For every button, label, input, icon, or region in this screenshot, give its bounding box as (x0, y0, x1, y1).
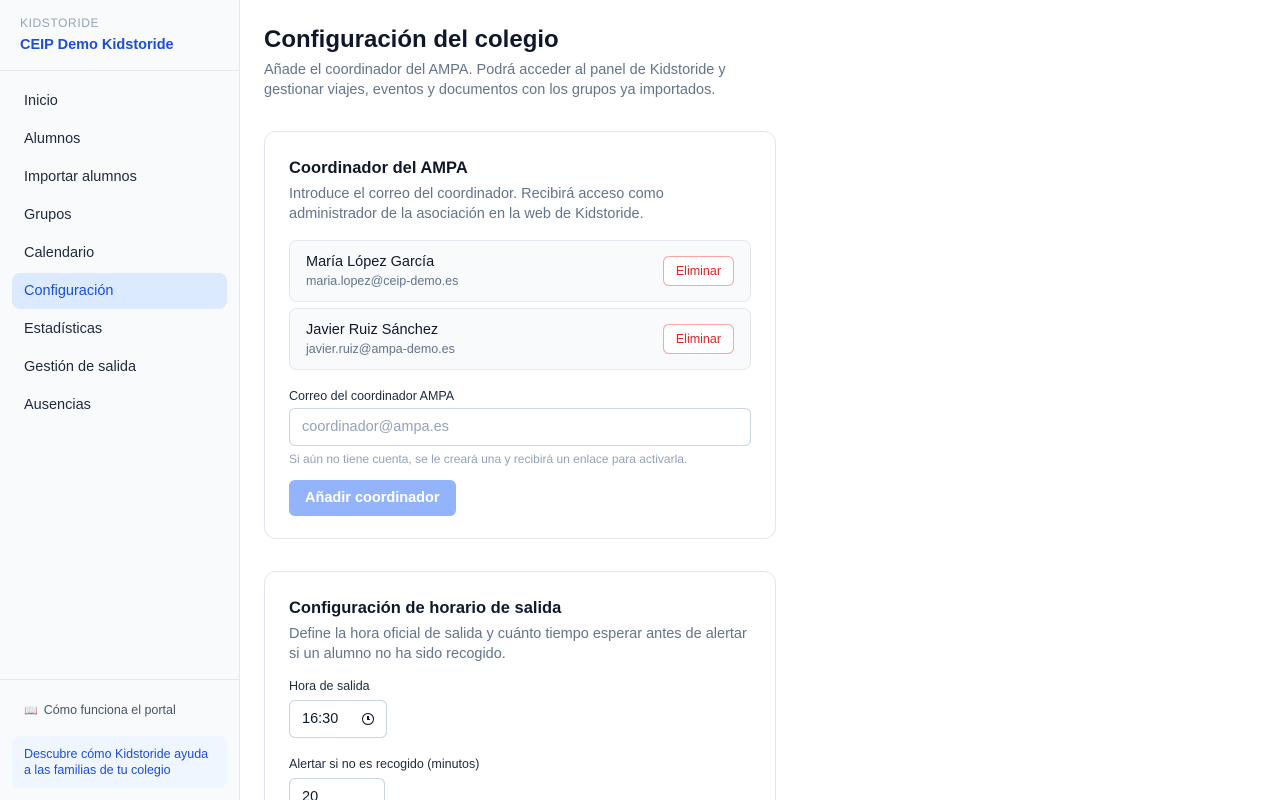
exit-time-label: Hora de salida (289, 679, 370, 693)
app: KIDSTORIDE CEIP Demo Kidstoride Inicio A… (0, 0, 1280, 800)
sidebar-item-configuracion[interactable]: Configuración (12, 273, 227, 309)
coordinator-name: María López García (306, 254, 435, 270)
sidebar-nav: Inicio Alumnos Importar alumnos Grupos C… (0, 71, 239, 679)
sidebar-item-alumnos[interactable]: Alumnos (12, 121, 227, 157)
exit-time-input[interactable]: 16:30 (289, 700, 387, 738)
schedule-card: Configuración de horario de salida Defin… (264, 571, 776, 800)
help-link-label: Cómo funciona el portal (43, 703, 176, 717)
ampa-card: Coordinador del AMPA Introduce el correo… (264, 131, 776, 539)
promo-banner[interactable]: Descubre cómo Kidstoride ayuda a las fam… (12, 736, 227, 788)
coordinator-email: javier.ruiz@ampa-demo.es (306, 342, 455, 356)
remove-coordinator-button[interactable]: Eliminar (662, 324, 734, 354)
exit-time-value: 16:30 (302, 711, 339, 727)
sidebar: KIDSTORIDE CEIP Demo Kidstoride Inicio A… (0, 0, 240, 800)
sidebar-item-inicio[interactable]: Inicio (12, 83, 227, 119)
schedule-card-title: Configuración de horario de salida (289, 599, 562, 617)
coordinator-name: Javier Ruiz Sánchez (306, 322, 439, 338)
coordinator-email-input[interactable] (289, 408, 751, 446)
coordinator-row: Javier Ruiz Sánchez javier.ruiz@ampa-dem… (289, 308, 751, 370)
coordinator-info: María López García maria.lopez@ceip-demo… (306, 253, 458, 289)
alert-minutes-label: Alertar si no es recogido (minutos) (289, 757, 480, 771)
remove-coordinator-button[interactable]: Eliminar (662, 256, 734, 286)
sidebar-item-ausencias[interactable]: Ausencias (12, 387, 227, 423)
brand: KIDSTORIDE CEIP Demo Kidstoride (0, 0, 239, 71)
page-title: Configuración del colegio (264, 26, 559, 53)
coordinator-email-hint: Si aún no tiene cuenta, se le creará una… (289, 452, 688, 466)
school-name: CEIP Demo Kidstoride (20, 37, 174, 53)
add-coordinator-button[interactable]: Añadir coordinador (289, 480, 456, 516)
ampa-card-title: Coordinador del AMPA (289, 159, 468, 177)
coordinator-email-label: Correo del coordinador AMPA (289, 389, 455, 403)
main-content: Configuración del colegio Añade el coord… (240, 0, 1280, 800)
coordinator-email: maria.lopez@ceip-demo.es (306, 274, 459, 288)
alert-minutes-input[interactable] (289, 778, 385, 800)
book-icon: 📖 (24, 704, 38, 717)
sidebar-item-calendario[interactable]: Calendario (12, 235, 227, 271)
sidebar-item-gestion-salida[interactable]: Gestión de salida (12, 349, 227, 385)
coordinator-info: Javier Ruiz Sánchez javier.ruiz@ampa-dem… (306, 321, 455, 357)
help-link[interactable]: 📖 Cómo funciona el portal (12, 700, 227, 720)
ampa-card-description: Introduce el correo del coordinador. Rec… (289, 186, 664, 222)
schedule-card-description: Define la hora oficial de salida y cuánt… (289, 626, 747, 662)
page-description: Añade el coordinador del AMPA. Podrá acc… (264, 62, 726, 98)
brand-eyebrow: KIDSTORIDE (20, 16, 100, 30)
sidebar-item-grupos[interactable]: Grupos (12, 197, 227, 233)
sidebar-footer: 📖 Cómo funciona el portal Descubre cómo … (0, 679, 239, 800)
coordinator-row: María López García maria.lopez@ceip-demo… (289, 240, 751, 302)
sidebar-item-importar-alumnos[interactable]: Importar alumnos (12, 159, 227, 195)
clock-icon[interactable] (362, 713, 374, 725)
sidebar-item-estadisticas[interactable]: Estadísticas (12, 311, 227, 347)
